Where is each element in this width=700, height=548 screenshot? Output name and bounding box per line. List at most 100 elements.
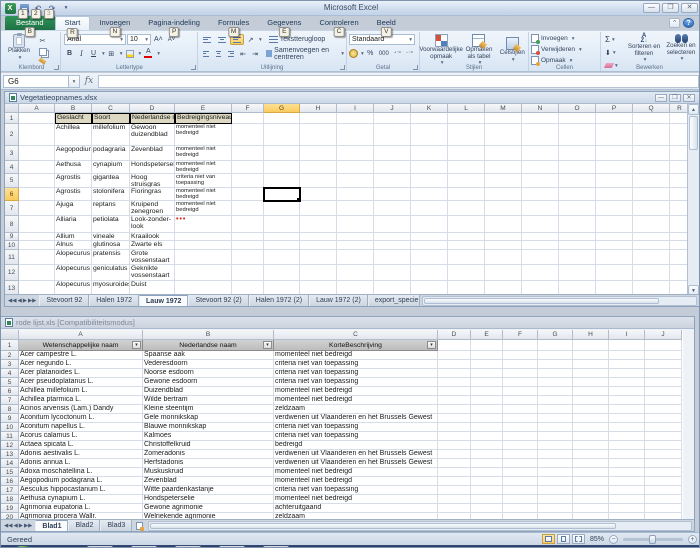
cell[interactable] <box>448 174 485 188</box>
ribbon-tab-beeld[interactable]: BeeldV <box>368 16 405 30</box>
cell[interactable] <box>503 450 538 459</box>
cell[interactable] <box>300 146 337 161</box>
cell[interactable] <box>374 146 411 161</box>
cell[interactable] <box>633 174 670 188</box>
cell[interactable] <box>438 414 471 423</box>
sheet-tab-halen-1972[interactable]: Halen 1972 <box>89 295 139 306</box>
cell[interactable] <box>538 360 573 369</box>
cell[interactable] <box>374 233 411 241</box>
cell[interactable] <box>645 423 682 432</box>
cell[interactable]: Alliaria <box>55 216 92 233</box>
cell[interactable] <box>264 161 300 174</box>
top-window-title-bar[interactable]: Vegetatieopnames.xlsx — ❐ ✕ <box>5 92 699 104</box>
cell[interactable] <box>264 250 300 265</box>
cell[interactable] <box>573 387 609 396</box>
cell[interactable] <box>633 113 670 124</box>
cell[interactable] <box>232 201 264 216</box>
cell[interactable] <box>438 441 471 450</box>
cell[interactable] <box>596 201 633 216</box>
cell[interactable]: criteria niet van toepassing <box>175 174 232 188</box>
sheet-tab-blad3[interactable]: Blad3 <box>100 520 132 531</box>
cell[interactable] <box>573 468 609 477</box>
cell[interactable] <box>471 450 503 459</box>
insert-worksheet-icon[interactable] <box>132 520 146 531</box>
cell[interactable] <box>559 250 596 265</box>
ribbon-tab-gegevens[interactable]: GegevensE <box>258 16 310 30</box>
cell[interactable] <box>645 495 682 504</box>
cell[interactable]: millefolium <box>92 124 130 146</box>
increase-indent-button[interactable]: ⇥ <box>250 48 261 59</box>
cell[interactable] <box>633 241 670 250</box>
cell[interactable] <box>300 113 337 124</box>
cell[interactable] <box>609 396 645 405</box>
cell[interactable] <box>337 265 374 281</box>
zoom-slider-thumb[interactable] <box>649 535 656 544</box>
column-header[interactable]: R <box>670 104 687 113</box>
cell[interactable] <box>670 161 687 174</box>
cell[interactable] <box>633 188 670 201</box>
italic-button[interactable]: I <box>76 48 87 59</box>
zoom-in-button[interactable]: + <box>688 535 697 544</box>
cell[interactable] <box>596 146 633 161</box>
cell[interactable] <box>438 423 471 432</box>
cell[interactable]: Acer negundo L. <box>19 360 143 369</box>
cell[interactable] <box>471 459 503 468</box>
grow-font-button[interactable]: A˄ <box>152 34 165 45</box>
cell[interactable] <box>485 113 522 124</box>
cell[interactable]: Grote vossenstaart <box>130 250 175 265</box>
cell[interactable] <box>411 233 448 241</box>
cell[interactable] <box>503 432 538 441</box>
ribbon-tab-controleren[interactable]: ControlerenC <box>310 16 367 30</box>
cell[interactable] <box>232 216 264 233</box>
cell[interactable]: verdwenen uit Vlaanderen en het Brussels… <box>274 450 438 459</box>
cell[interactable]: Vederesdoorn <box>143 360 274 369</box>
cell[interactable] <box>670 201 687 216</box>
cell[interactable]: achteruitgaand <box>274 504 438 513</box>
row-header[interactable]: 2 <box>1 351 19 360</box>
cell[interactable]: momenteel niet bedreigd <box>274 495 438 504</box>
cell[interactable] <box>503 351 538 360</box>
cell[interactable]: bedreigd <box>274 441 438 450</box>
cell[interactable] <box>645 486 682 495</box>
cell[interactable] <box>485 146 522 161</box>
cell[interactable] <box>503 360 538 369</box>
cell[interactable]: verdwenen uit Vlaanderen en het Brussels… <box>274 414 438 423</box>
cell[interactable] <box>522 161 559 174</box>
next-sheet-icon[interactable]: ▶ <box>23 298 27 304</box>
cell[interactable] <box>559 216 596 233</box>
row-header[interactable]: 5 <box>5 174 19 188</box>
row-header[interactable]: 11 <box>1 432 19 441</box>
cell[interactable] <box>448 233 485 241</box>
cell[interactable] <box>485 233 522 241</box>
cell[interactable] <box>596 188 633 201</box>
next-sheet-icon[interactable]: ▶ <box>19 523 23 529</box>
cell[interactable] <box>438 450 471 459</box>
column-header[interactable]: I <box>609 330 645 340</box>
autosum-button[interactable]: Σ ▾ <box>603 34 617 45</box>
align-right-button[interactable] <box>225 48 237 59</box>
cell[interactable] <box>264 146 300 161</box>
column-header[interactable]: Q <box>633 104 670 113</box>
sheet-tab-blad1[interactable]: Blad1 <box>35 520 68 531</box>
cell[interactable]: reptans <box>92 201 130 216</box>
cell[interactable] <box>596 233 633 241</box>
name-box[interactable]: G6 <box>3 75 69 88</box>
align-center-button[interactable] <box>213 48 225 59</box>
cell[interactable] <box>411 188 448 201</box>
align-left-button[interactable] <box>200 48 212 59</box>
column-header[interactable]: J <box>645 330 682 340</box>
cell[interactable] <box>232 265 264 281</box>
font-size-select[interactable]: 10▾ <box>127 34 151 45</box>
cell[interactable] <box>411 146 448 161</box>
cell[interactable]: Acer pseudoplatanus L. <box>19 378 143 387</box>
filter-dropdown-icon[interactable]: ▾ <box>132 341 141 349</box>
cell[interactable] <box>573 351 609 360</box>
cell[interactable] <box>175 241 232 250</box>
cell[interactable] <box>633 233 670 241</box>
cell[interactable]: gigantea <box>92 174 130 188</box>
cell[interactable]: Hondspeterselie <box>130 161 175 174</box>
cell[interactable] <box>573 378 609 387</box>
cell[interactable] <box>438 432 471 441</box>
cell[interactable] <box>19 188 55 201</box>
cell[interactable] <box>645 387 682 396</box>
